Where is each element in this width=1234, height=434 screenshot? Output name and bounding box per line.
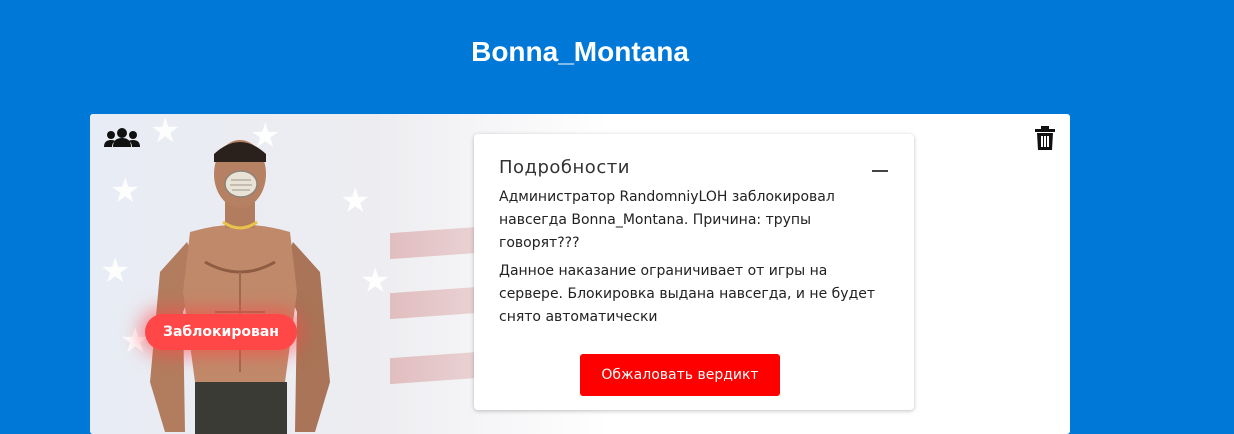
ban-explanation: Данное наказание ограничивает от игры на… [499, 263, 876, 325]
character-avatar [150, 140, 330, 434]
details-panel: Подробности Администратор RandomniyLOH з… [474, 134, 914, 410]
appeal-button[interactable]: Обжаловать вердикт [580, 354, 780, 396]
star-icon: ★ [360, 261, 391, 301]
details-title: Подробности [499, 157, 630, 178]
status-badge: Заблокирован [145, 314, 297, 350]
ban-card: ★ ★ ★ ★ ★ ★ ★ Заблокирован Подробности А… [90, 114, 1070, 434]
collapse-icon[interactable] [872, 170, 888, 172]
users-group-icon[interactable] [104, 126, 140, 150]
page-title: Bonna_Montana [471, 36, 689, 67]
ban-description: Администратор RandomniyLOH заблокировал … [499, 189, 835, 251]
trash-icon[interactable] [1034, 126, 1056, 150]
